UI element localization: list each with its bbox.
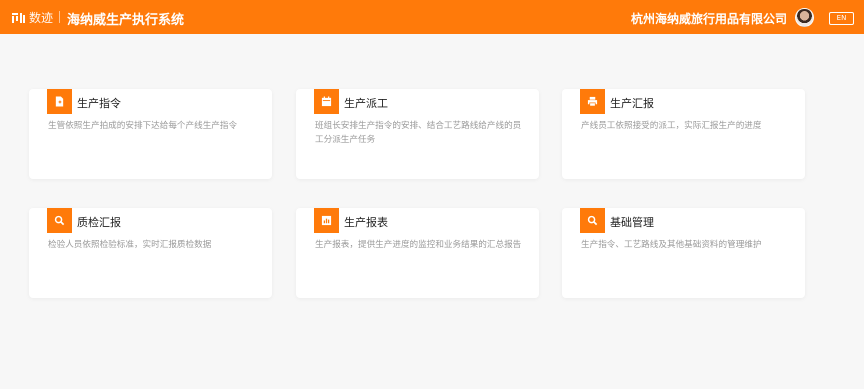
card-description: 班组长安排生产指令的安排、结合工艺路线给产线的员工分派生产任务 [315,121,522,145]
card-icon-box [314,208,339,233]
system-title: 海纳威生产执行系统 [67,13,185,28]
card-description: 生管依照生产拍成的安排下达给每个产线生产指令 [48,121,238,131]
logo-text: 数迹 [29,11,54,25]
card-quality-report[interactable]: 质检汇报 检验人员依照检验标准，实时汇报质检数据 [29,208,272,298]
card-production-statement[interactable]: 生产报表 生产报表，提供生产进度的监控和业务结果的汇总报告 [296,208,539,298]
document-icon [55,96,64,107]
card-title: 基础管理 [610,216,654,229]
card-title: 生产汇报 [610,97,654,110]
search-icon [54,215,65,226]
card-title: 生产报表 [344,216,388,229]
card-description: 生产指令、工艺路线及其他基础资料的管理维护 [581,240,762,250]
card-description: 检验人员依照检验标准，实时汇报质检数据 [48,240,212,250]
card-production-dispatch[interactable]: 生产派工 班组长安排生产指令的安排、结合工艺路线给产线的员工分派生产任务 [296,89,539,179]
card-description: 产线员工依照接受的派工，实际汇报生产的进度 [581,121,762,131]
printer-icon [587,96,598,107]
card-icon-box [47,89,72,114]
card-production-report[interactable]: 生产汇报 产线员工依照接受的派工，实际汇报生产的进度 [562,89,805,179]
card-production-order[interactable]: 生产指令 生管依照生产拍成的安排下达给每个产线生产指令 [29,89,272,179]
app-logo[interactable]: 数迹 [12,9,53,26]
user-avatar[interactable] [795,8,814,27]
bar-chart-icon [321,215,332,226]
calendar-icon [321,96,332,107]
company-name: 杭州海纳威旅行用品有限公司 [630,12,787,26]
card-basic-management[interactable]: 基础管理 生产指令、工艺路线及其他基础资料的管理维护 [562,208,805,298]
card-icon-box [580,89,605,114]
card-icon-box [580,208,605,233]
card-title: 生产派工 [344,97,388,110]
header-divider [59,11,60,23]
search-icon [587,215,598,226]
card-title: 生产指令 [77,97,121,110]
top-header: 数迹 海纳威生产执行系统 杭州海纳威旅行用品有限公司 EN [0,0,864,34]
language-toggle-button[interactable]: EN [829,12,854,25]
logo-mark-icon [12,12,25,23]
card-title: 质检汇报 [77,216,121,229]
card-icon-box [314,89,339,114]
card-icon-box [47,208,72,233]
card-description: 生产报表，提供生产进度的监控和业务结果的汇总报告 [315,240,522,250]
